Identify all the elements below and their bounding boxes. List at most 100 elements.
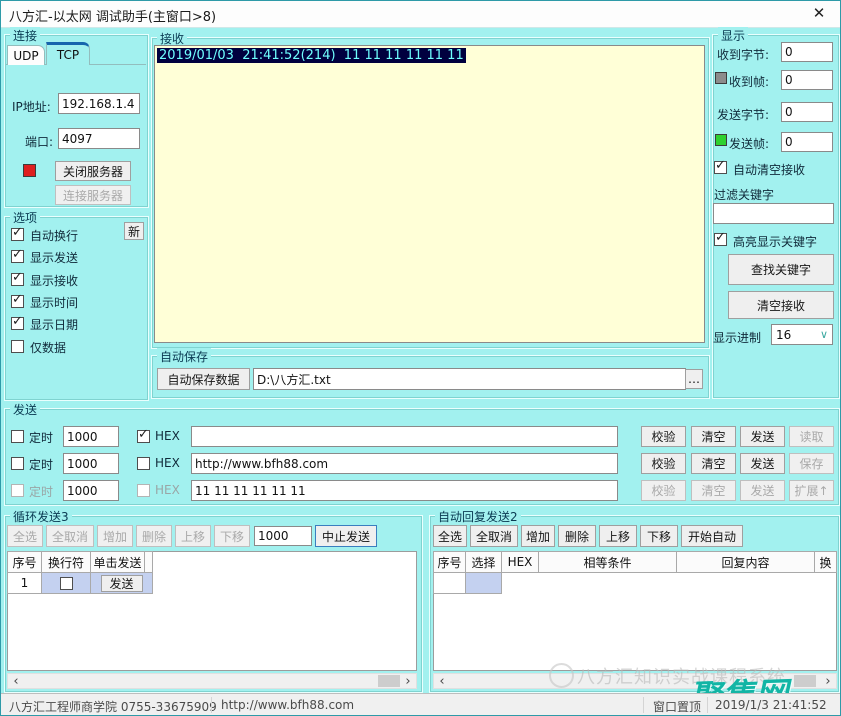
show-date-checkbox[interactable] [11,317,24,330]
tab-tcp[interactable]: TCP [46,42,90,65]
reply-delete-button[interactable]: 删除 [558,525,596,547]
reply-header-select[interactable]: 选择 [465,551,502,573]
verify-button-1[interactable]: 校验 [641,426,686,447]
reply-header-index[interactable]: 序号 [433,551,466,573]
auto-reply-group-label: 自动回复发送2 [435,508,521,525]
show-send-label: 显示发送 [30,249,78,266]
verify-button-2[interactable]: 校验 [641,453,686,474]
send-button-3[interactable]: 发送 [740,480,785,501]
connection-group-label: 连接 [10,27,40,44]
expand-button-3[interactable]: 扩展↑ [789,480,834,501]
abort-send-button[interactable]: 中止发送 [315,525,377,547]
loop-header-sliver [144,551,153,573]
loop-move-down-button[interactable]: 下移 [214,525,250,547]
timer-label-3: 定时 [29,483,53,500]
filter-label: 过滤关键字 [714,186,774,203]
send-button-1[interactable]: 发送 [740,426,785,447]
loop-scroll-thumb[interactable] [378,675,400,687]
status-pin-toggle[interactable]: 窗口置顶 [653,698,701,715]
loop-deselect-all-button[interactable]: 全取消 [46,525,94,547]
loop-add-button[interactable]: 增加 [97,525,133,547]
interval-input-1[interactable] [63,426,119,447]
scroll-left-icon[interactable]: ‹ [434,674,450,688]
reply-add-button[interactable]: 增加 [521,525,555,547]
loop-row-send-button[interactable]: 发送 [101,575,143,592]
autosave-button[interactable]: 自动保存数据 [157,368,250,390]
start-auto-button[interactable]: 开始自动 [681,525,743,547]
port-label: 端口: [25,133,53,150]
loop-header-index[interactable]: 序号 [7,551,42,573]
auto-clear-label: 自动清空接收 [733,161,805,178]
base-select[interactable]: 16 ∨ [771,324,833,345]
loop-header-click-send[interactable]: 单击发送 [90,551,145,573]
highlight-keyword-checkbox[interactable] [714,233,727,246]
reply-move-down-button[interactable]: 下移 [640,525,678,547]
scroll-right-icon[interactable]: › [820,674,836,688]
loop-row-newline-checkbox[interactable] [60,577,73,590]
reply-deselect-all-button[interactable]: 全取消 [470,525,518,547]
read-button-1[interactable]: 读取 [789,426,834,447]
loop-delete-button[interactable]: 删除 [136,525,172,547]
scroll-right-icon[interactable]: › [400,674,416,688]
hex-checkbox-3[interactable] [137,484,150,497]
reply-move-up-button[interactable]: 上移 [599,525,637,547]
timer-label-2: 定时 [29,456,53,473]
tab-udp[interactable]: UDP [7,45,45,65]
new-button[interactable]: 新 [124,222,144,240]
filter-input[interactable] [713,203,834,224]
reply-header-hex[interactable]: HEX [501,551,539,573]
send-input-2[interactable] [191,453,618,474]
sent-frame-swatch [715,134,727,146]
clear-button-3[interactable]: 清空 [691,480,736,501]
hex-label-1: HEX [155,429,180,443]
connect-server-button[interactable]: 连接服务器 [55,185,131,205]
close-server-button[interactable]: 关闭服务器 [55,161,131,181]
data-only-checkbox[interactable] [11,340,24,353]
ip-input[interactable] [58,93,140,114]
receive-textarea[interactable]: 2019/01/03 21:41:52(214) 11 11 11 11 11 … [154,45,705,343]
clear-button-1[interactable]: 清空 [691,426,736,447]
interval-input-3[interactable] [63,480,119,501]
clear-button-2[interactable]: 清空 [691,453,736,474]
hex-label-2: HEX [155,456,180,470]
port-input[interactable] [58,128,140,149]
clear-receive-button[interactable]: 清空接收 [728,291,834,319]
loop-row-newline-cell[interactable] [41,572,91,594]
browse-button[interactable]: … [685,369,703,389]
reply-header-content[interactable]: 回复内容 [676,551,815,573]
loop-send-hscrollbar[interactable]: ‹ › [7,673,417,689]
timer-checkbox-1[interactable] [11,430,24,443]
verify-button-3[interactable]: 校验 [641,480,686,501]
loop-row-index: 1 [7,572,42,594]
interval-input-2[interactable] [63,453,119,474]
loop-interval-input[interactable] [254,526,312,546]
find-keyword-button[interactable]: 查找关键字 [728,254,834,285]
loop-row-send-cell: 发送 [90,572,153,594]
loop-select-all-button[interactable]: 全选 [7,525,43,547]
reply-header-newline[interactable]: 换 [814,551,837,573]
show-receive-checkbox[interactable] [11,273,24,286]
hex-checkbox-2[interactable] [137,457,150,470]
autowrap-checkbox[interactable] [11,228,24,241]
timer-checkbox-2[interactable] [11,457,24,470]
send-input-3[interactable] [191,480,618,501]
close-icon[interactable]: ✕ [808,4,830,24]
autosave-group-label: 自动保存 [157,348,211,365]
loop-move-up-button[interactable]: 上移 [175,525,211,547]
save-button-2[interactable]: 保存 [789,453,834,474]
reply-row-select-cell[interactable] [465,572,502,594]
reply-header-condition[interactable]: 相等条件 [538,551,677,573]
hex-checkbox-1[interactable] [137,430,150,443]
show-send-checkbox[interactable] [11,250,24,263]
reply-scroll-thumb[interactable] [794,675,816,687]
timer-checkbox-3[interactable] [11,484,24,497]
send-input-1[interactable] [191,426,618,447]
loop-header-newline[interactable]: 换行符 [41,551,91,573]
show-time-checkbox[interactable] [11,295,24,308]
scroll-left-icon[interactable]: ‹ [8,674,24,688]
window-title: 八方汇-以太网 调试助手(主窗口>8) [9,6,216,25]
autosave-path-input[interactable] [253,368,686,390]
send-button-2[interactable]: 发送 [740,453,785,474]
reply-select-all-button[interactable]: 全选 [433,525,467,547]
auto-clear-checkbox[interactable] [714,161,727,174]
